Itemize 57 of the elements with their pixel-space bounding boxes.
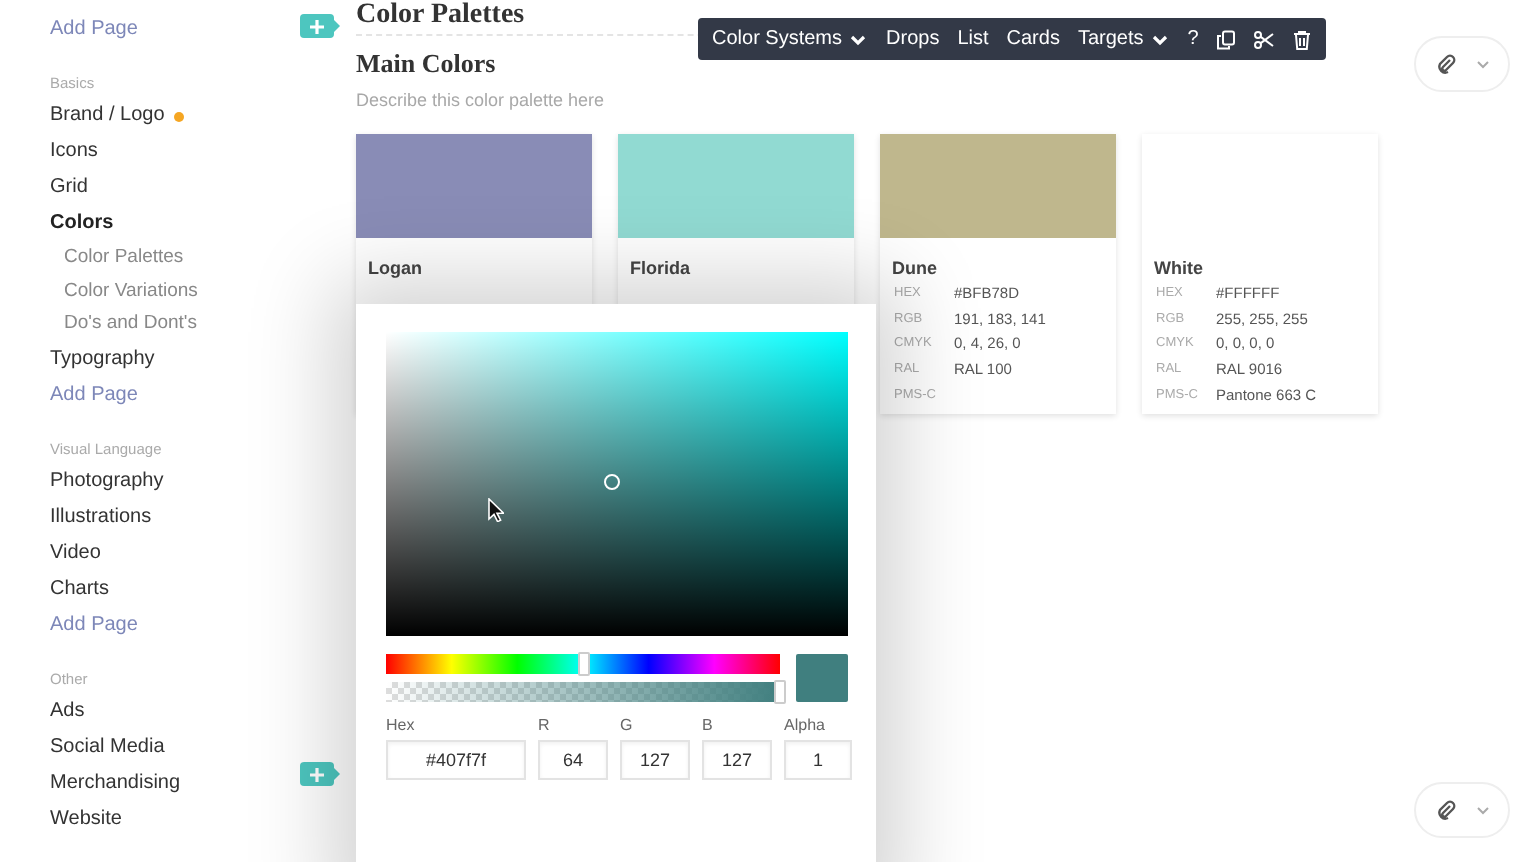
field-label: Alpha: [784, 716, 825, 734]
nav-item[interactable]: Website: [50, 801, 122, 837]
color-name: Dune: [890, 256, 939, 282]
nav-item[interactable]: Brand / Logo: [50, 98, 185, 134]
nav-item[interactable]: Video: [50, 535, 101, 571]
plus-icon: [310, 19, 324, 33]
attachment-dropdown[interactable]: [1414, 782, 1510, 838]
mouse-pointer-icon: [488, 498, 504, 522]
input-field[interactable]: 1: [784, 740, 852, 780]
input-field[interactable]: 64: [538, 740, 608, 780]
nav-subitem[interactable]: Do's and Dont's: [50, 308, 197, 341]
toolbar-button[interactable]: ?: [1187, 28, 1199, 50]
toolbar-button[interactable]: Cards: [1006, 28, 1060, 50]
section-title: Main Colors: [356, 48, 496, 80]
paperclip-icon: [1435, 54, 1455, 74]
toolbar-dropdown[interactable]: Targets: [1077, 28, 1170, 50]
toolbar-button[interactable]: List: [957, 28, 989, 50]
color-name: Logan: [366, 256, 424, 282]
toolbar-dropdown[interactable]: Color Systems: [712, 28, 869, 50]
plus-icon: [310, 767, 324, 781]
saturation-area[interactable]: [386, 332, 848, 636]
picker-handle[interactable]: [604, 474, 620, 490]
nav-item[interactable]: Grid: [50, 170, 88, 206]
input-field[interactable]: 127: [702, 740, 772, 780]
field-label: Hex: [386, 716, 415, 734]
nav-subitem[interactable]: Color Variations: [50, 275, 198, 308]
page-title: Color Palettes: [356, 0, 525, 32]
slider-thumb[interactable]: [774, 680, 786, 704]
field-label: B: [702, 716, 713, 734]
nav-item[interactable]: Charts: [50, 571, 109, 607]
nav-item[interactable]: Typography: [50, 341, 155, 377]
alpha-slider[interactable]: [386, 682, 780, 702]
chevron-down-icon: [1475, 59, 1489, 69]
chevron-down-icon: [1475, 805, 1489, 815]
input-field[interactable]: 127: [620, 740, 690, 780]
scissors-icon[interactable]: [1254, 29, 1275, 49]
hue-slider[interactable]: [386, 654, 780, 674]
nav-item[interactable]: Photography: [50, 463, 164, 499]
color-preview: [796, 654, 848, 702]
nav-item[interactable]: Social Media: [50, 729, 165, 765]
nav-item[interactable]: Illustrations: [50, 499, 152, 535]
nav-item[interactable]: Colors: [50, 206, 114, 242]
nav-item[interactable]: Merchandising: [50, 765, 181, 801]
paperclip-icon: [1435, 800, 1455, 820]
field-label: G: [620, 716, 633, 734]
copy-icon[interactable]: [1216, 29, 1237, 49]
nav-subitem[interactable]: Color Palettes: [50, 242, 184, 275]
color-name: White: [1152, 256, 1205, 282]
color-name: Florida: [628, 256, 693, 282]
trash-icon[interactable]: [1292, 29, 1313, 49]
nav-item[interactable]: Icons: [50, 134, 98, 170]
field-label: R: [538, 716, 550, 734]
toolbar-button[interactable]: Drops: [886, 28, 940, 50]
slider-thumb[interactable]: [577, 652, 589, 676]
nav-item[interactable]: Ads: [50, 693, 85, 729]
attachment-dropdown[interactable]: [1414, 36, 1510, 92]
input-field[interactable]: #407f7f: [386, 740, 526, 780]
